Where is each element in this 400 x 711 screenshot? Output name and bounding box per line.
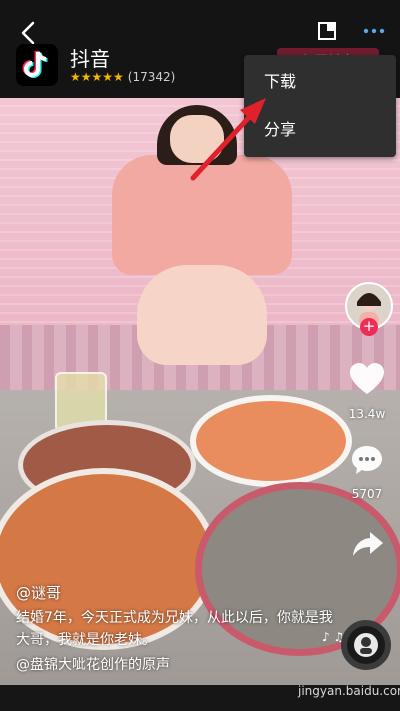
person-shirt	[112, 155, 292, 275]
like-count: 13.4w	[348, 407, 386, 421]
person-face	[170, 115, 224, 163]
window-toggle-icon[interactable]	[318, 22, 336, 40]
menu-item-share[interactable]: 分享	[264, 116, 296, 144]
comment-count: 5707	[351, 487, 383, 501]
person-legs	[137, 265, 267, 365]
menu-item-download[interactable]: 下载	[264, 68, 296, 96]
follow-button[interactable]: +	[360, 318, 378, 336]
music-credit[interactable]: @盘锦大呲花创作的原声	[16, 654, 334, 674]
comment-bubble-icon[interactable]	[350, 444, 384, 476]
heart-icon[interactable]	[349, 362, 385, 396]
rating-stars: ★★★★★	[70, 70, 124, 84]
rating-count: (17342)	[127, 70, 176, 84]
shrimp-bowl	[190, 395, 352, 487]
more-dots-icon[interactable]	[362, 22, 386, 40]
watermark: jingyan.baidu.com	[298, 684, 400, 698]
app-rating: ★★★★★ (17342)	[70, 70, 175, 84]
share-arrow-icon[interactable]	[352, 530, 384, 558]
douyin-logo-icon	[16, 44, 58, 86]
author-username[interactable]: @谜哥	[16, 582, 334, 603]
music-disc[interactable]	[341, 620, 391, 670]
video-description: 结婚7年，今天正式成为兄妹，从此以后，你就是我大哥，我就是你老妹。	[16, 610, 333, 648]
video-caption: @谜哥 结婚7年，今天正式成为兄妹，从此以后，你就是我大哥，我就是你老妹。 @盘…	[16, 582, 334, 674]
overflow-menu: 下载 分享	[244, 55, 396, 157]
back-arrow-icon[interactable]	[16, 20, 42, 46]
app-name: 抖音	[70, 47, 110, 71]
